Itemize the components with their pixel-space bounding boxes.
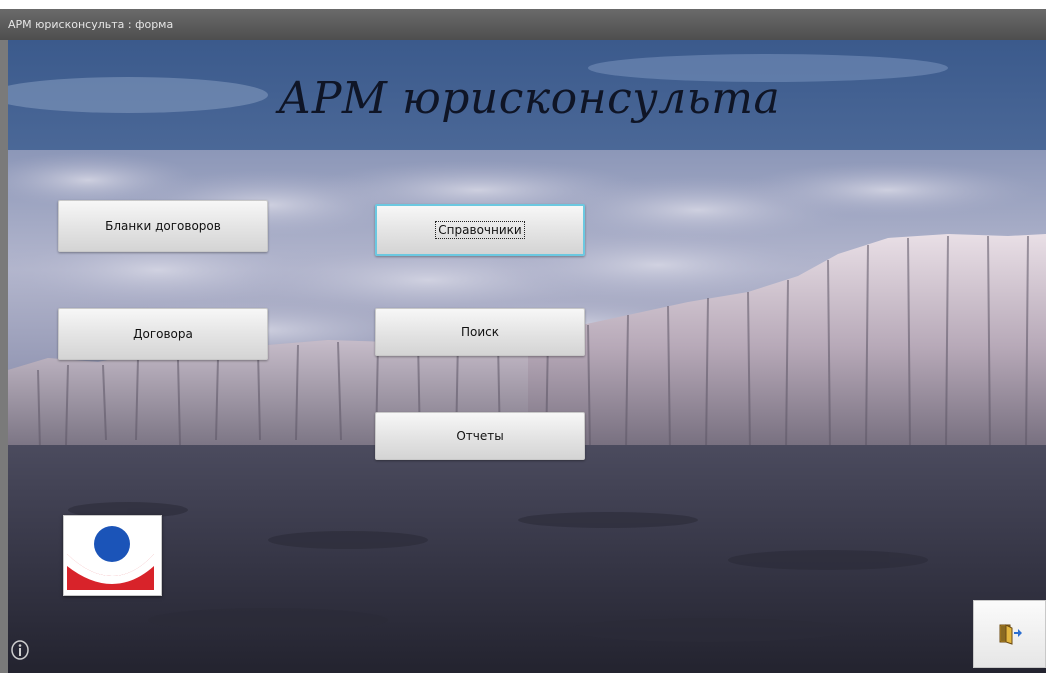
exit-door-icon: [999, 624, 1022, 645]
directories-button-label: Справочники: [435, 221, 525, 239]
company-logo: [63, 515, 162, 596]
contracts-button[interactable]: Договора: [58, 308, 268, 360]
contract-forms-button-label: Бланки договоров: [105, 219, 221, 233]
search-button-label: Поиск: [460, 325, 499, 339]
reports-button-label: Отчеты: [456, 429, 504, 443]
form-background: АРМ юрисконсульта Бланки договоров Справ…: [8, 40, 1046, 673]
directories-button[interactable]: Справочники: [375, 204, 585, 256]
window-titlebar: АРМ юрисконсульта : форма: [0, 9, 1046, 41]
reports-button[interactable]: Отчеты: [375, 412, 585, 460]
exit-button[interactable]: [973, 600, 1046, 668]
contracts-button-label: Договора: [133, 327, 193, 341]
form-heading: АРМ юрисконсульта: [278, 73, 781, 124]
contract-forms-button[interactable]: Бланки договоров: [58, 200, 268, 252]
info-icon[interactable]: [10, 639, 30, 661]
search-button[interactable]: Поиск: [375, 308, 585, 356]
company-logo-graphic: [67, 526, 154, 590]
window-title: АРМ юрисконсульта : форма: [8, 18, 174, 31]
